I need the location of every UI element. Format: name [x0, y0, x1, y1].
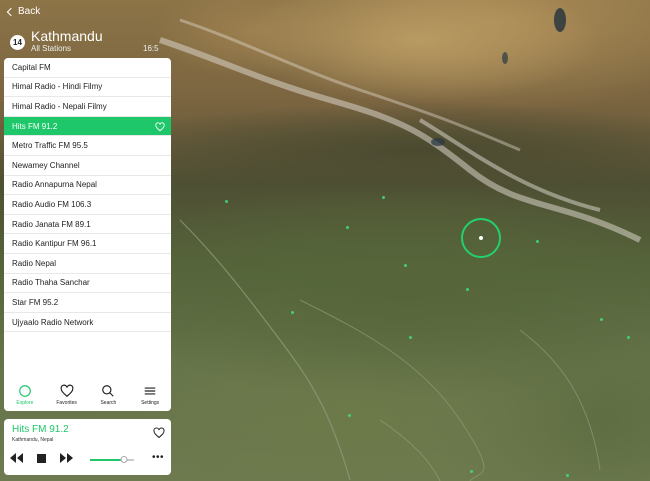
station-name: Metro Traffic FM 95.5 — [12, 141, 88, 151]
tab-bar: Explore Favorites Search Settings — [4, 381, 171, 411]
rewind-icon — [10, 453, 23, 463]
station-name: Capital FM — [12, 62, 51, 72]
tab-search[interactable]: Search — [88, 381, 128, 411]
station-marker[interactable] — [627, 336, 630, 339]
station-name: Himal Radio - Hindi Filmy — [12, 82, 103, 92]
search-icon — [102, 385, 115, 397]
tab-label: Explore — [16, 400, 34, 406]
selected-location-dot — [479, 236, 483, 240]
playback-controls — [10, 453, 73, 463]
station-marker[interactable] — [291, 311, 294, 314]
station-item[interactable]: Capital FM — [4, 58, 171, 78]
station-marker[interactable] — [382, 196, 385, 199]
fast-forward-icon — [60, 453, 73, 463]
station-item[interactable]: Radio Kantipur FM 96.1 — [4, 234, 171, 254]
station-item[interactable]: Metro Traffic FM 95.5 — [4, 136, 171, 156]
station-name: Star FM 95.2 — [12, 297, 59, 307]
volume-fill — [90, 459, 125, 461]
station-name: Radio Nepal — [12, 258, 57, 268]
station-marker[interactable] — [404, 264, 407, 267]
rewind-button[interactable] — [10, 453, 23, 463]
back-label: Back — [18, 6, 41, 17]
tab-explore[interactable]: Explore — [5, 381, 45, 411]
favorite-heart-icon[interactable] — [153, 427, 165, 439]
station-marker[interactable] — [566, 474, 569, 477]
station-name: Himal Radio - Nepali Filmy — [12, 101, 107, 111]
station-item[interactable]: Ujyaalo Radio Network — [4, 313, 171, 333]
clock: 16:5 — [143, 44, 159, 53]
back-button[interactable]: Back — [6, 6, 41, 17]
station-item[interactable]: Star FM 95.2 — [4, 293, 171, 313]
station-marker[interactable] — [346, 226, 349, 229]
more-options-button[interactable]: ••• — [152, 453, 164, 463]
station-name: Radio Annapurna Nepal — [12, 180, 97, 190]
station-item-active[interactable]: Hits FM 91.2 — [4, 116, 171, 137]
station-name: Ujyaalo Radio Network — [12, 317, 94, 327]
station-item[interactable]: Radio Janata FM 89.1 — [4, 215, 171, 235]
chevron-left-icon — [6, 7, 16, 16]
tab-settings[interactable]: Settings — [130, 381, 170, 411]
station-marker[interactable] — [348, 414, 351, 417]
tab-favorites[interactable]: Favorites — [47, 381, 87, 411]
station-count-badge: 14 — [10, 35, 25, 50]
station-marker[interactable] — [225, 200, 228, 203]
station-name: Radio Thaha Sanchar — [12, 278, 90, 288]
station-name: Hits FM 91.2 — [12, 121, 58, 131]
station-name: Newamey Channel — [12, 160, 80, 170]
stop-icon — [37, 453, 46, 463]
stop-button[interactable] — [37, 453, 46, 463]
station-item[interactable]: Radio Audio FM 106.3 — [4, 195, 171, 215]
mini-player: Hits FM 91.2 Kathmandu, Nepal ••• — [4, 419, 171, 475]
volume-knob[interactable] — [120, 456, 128, 463]
tab-label: Search — [100, 400, 117, 406]
station-item[interactable]: Newamey Channel — [4, 156, 171, 176]
explore-icon — [19, 385, 31, 397]
city-subtitle: All Stations — [31, 44, 72, 53]
fast-forward-button[interactable] — [60, 453, 73, 463]
station-name: Radio Kantipur FM 96.1 — [12, 239, 97, 249]
station-list: Capital FM Himal Radio - Hindi Filmy Him… — [4, 58, 171, 333]
station-marker[interactable] — [536, 240, 539, 243]
station-item[interactable]: Radio Thaha Sanchar — [4, 274, 171, 294]
station-item[interactable]: Himal Radio - Hindi Filmy — [4, 78, 171, 98]
city-title: Kathmandu — [31, 28, 103, 44]
station-marker[interactable] — [466, 288, 469, 291]
station-marker[interactable] — [600, 318, 603, 321]
station-marker[interactable] — [409, 336, 412, 339]
settings-icon — [144, 387, 156, 395]
now-playing-location: Kathmandu, Nepal — [12, 437, 54, 443]
tab-label: Favorites — [56, 400, 77, 406]
station-name: Radio Janata FM 89.1 — [12, 219, 91, 229]
station-item[interactable]: Radio Annapurna Nepal — [4, 176, 171, 196]
station-list-panel: Capital FM Himal Radio - Hindi Filmy Him… — [4, 58, 171, 411]
now-playing-station[interactable]: Hits FM 91.2 — [12, 424, 69, 435]
tab-label: Settings — [141, 400, 160, 406]
favorite-heart-icon[interactable] — [155, 122, 165, 132]
heart-icon — [60, 384, 74, 398]
station-item[interactable]: Himal Radio - Nepali Filmy — [4, 97, 171, 117]
station-name: Radio Audio FM 106.3 — [12, 199, 92, 209]
volume-slider[interactable] — [90, 456, 134, 463]
station-marker[interactable] — [470, 470, 473, 473]
station-item[interactable]: Radio Nepal — [4, 254, 171, 274]
